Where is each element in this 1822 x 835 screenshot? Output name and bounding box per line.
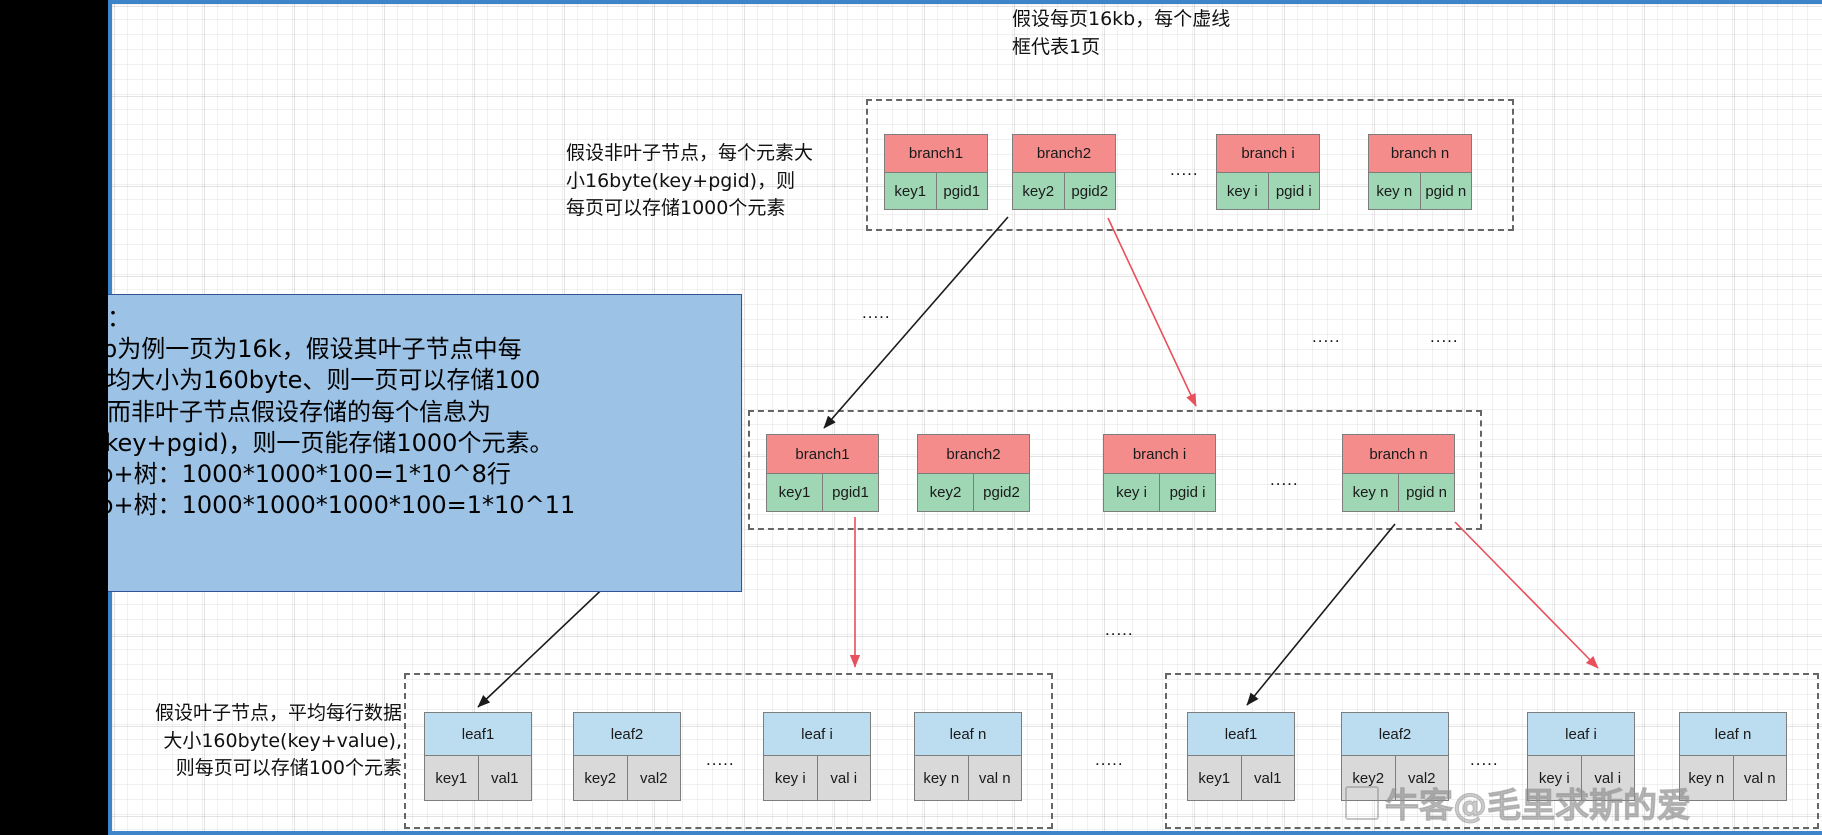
watermark-text: 牛客@毛里求斯的爱 — [1385, 786, 1692, 827]
node-cell: key2 — [1012, 173, 1065, 210]
note-branch-capacity: 假设非叶子节点，每个元素大 小16byte(key+pgid)，则 每页可以存储… — [566, 142, 814, 220]
left-black-gutter — [0, 0, 108, 835]
node-middle-1[interactable]: branch2 key2 pgid2 — [917, 434, 1030, 512]
node-cell: val1 — [1241, 756, 1295, 801]
ellipsis-leaf-right: ..... — [1470, 750, 1499, 769]
node-title: branch2 — [1012, 134, 1116, 173]
node-title: branch2 — [917, 434, 1030, 474]
node-cells: key n val n — [1679, 756, 1787, 801]
node-cell: pgid i — [1160, 474, 1216, 512]
callout-rough-calculation: 粗略计算： 以innodb为例一页为16k，假设其叶子节点中每 行数据平均大小为… — [0, 294, 742, 592]
node-root-3[interactable]: branch n key n pgid n — [1368, 134, 1472, 210]
node-cells: key n val n — [914, 756, 1022, 801]
node-middle-3[interactable]: branch n key n pgid n — [1342, 434, 1455, 512]
node-cell: key i — [763, 756, 818, 801]
node-title: leaf i — [1527, 712, 1635, 756]
ellipsis-middle: ..... — [1270, 470, 1299, 489]
node-leaf-left-3[interactable]: leaf n key n val n — [914, 712, 1022, 801]
node-cell: val2 — [627, 756, 681, 801]
node-cells: key1 val1 — [424, 756, 532, 801]
note-page-size: 假设每页16kb，每个虚线 框代表1页 — [1012, 8, 1231, 58]
node-title: leaf1 — [1187, 712, 1295, 756]
node-cell: pgid n — [1399, 474, 1455, 512]
node-cell: val n — [1733, 756, 1787, 801]
node-title: branch1 — [884, 134, 988, 173]
node-cell: key n — [914, 756, 969, 801]
node-cell: val i — [817, 756, 871, 801]
node-title: leaf2 — [573, 712, 681, 756]
ellipsis-root: ..... — [1170, 160, 1199, 179]
node-title: branch i — [1103, 434, 1216, 474]
node-title: branch i — [1216, 134, 1320, 173]
node-leaf-right-0[interactable]: leaf1 key1 val1 — [1187, 712, 1295, 801]
node-title: leaf n — [1679, 712, 1787, 756]
node-cell: key n — [1368, 173, 1421, 210]
diagram-canvas: branch1 key1 pgid1 branch2 key2 pgid2 ..… — [0, 0, 1822, 835]
node-cells: key1 pgid1 — [766, 474, 879, 512]
node-cell: key2 — [573, 756, 628, 801]
node-middle-0[interactable]: branch1 key1 pgid1 — [766, 434, 879, 512]
node-cells: key i pgid i — [1103, 474, 1216, 512]
node-cells: key1 val1 — [1187, 756, 1295, 801]
node-title: branch n — [1368, 134, 1472, 173]
ellipsis-gap-right: ..... — [1430, 327, 1459, 346]
ellipsis-gap-left: ..... — [862, 303, 891, 322]
node-cells: key2 val2 — [573, 756, 681, 801]
watermark: 牛客@毛里求斯的爱 — [1345, 778, 1692, 827]
node-title: leaf2 — [1341, 712, 1449, 756]
node-middle-2[interactable]: branch i key i pgid i — [1103, 434, 1216, 512]
note-leaf-capacity: 假设叶子节点，平均每行数据 大小160byte(key+value), 则每页可… — [154, 702, 402, 780]
node-cell: key1 — [424, 756, 479, 801]
node-root-1[interactable]: branch2 key2 pgid2 — [1012, 134, 1116, 210]
node-cell: key2 — [917, 474, 974, 512]
node-cell: pgid1 — [936, 173, 988, 210]
node-cell: val n — [968, 756, 1022, 801]
node-leaf-left-0[interactable]: leaf1 key1 val1 — [424, 712, 532, 801]
ellipsis-between-leaf-groups: ..... — [1095, 750, 1124, 769]
node-title: leaf n — [914, 712, 1022, 756]
node-cells: key n pgid n — [1342, 474, 1455, 512]
node-cells: key2 pgid2 — [917, 474, 1030, 512]
node-title: branch1 — [766, 434, 879, 474]
node-cell: key1 — [1187, 756, 1242, 801]
node-cell: pgid n — [1420, 173, 1472, 210]
node-title: leaf1 — [424, 712, 532, 756]
node-cells: key2 pgid2 — [1012, 173, 1116, 210]
node-leaf-left-1[interactable]: leaf2 key2 val2 — [573, 712, 681, 801]
node-cell: key1 — [884, 173, 937, 210]
node-cells: key1 pgid1 — [884, 173, 988, 210]
node-cell: pgid2 — [974, 474, 1030, 512]
node-cell: pgid i — [1268, 173, 1320, 210]
node-root-2[interactable]: branch i key i pgid i — [1216, 134, 1320, 210]
ellipsis-gap-mid: ..... — [1312, 327, 1341, 346]
node-leaf-right-3[interactable]: leaf n key n val n — [1679, 712, 1787, 801]
node-root-0[interactable]: branch1 key1 pgid1 — [884, 134, 988, 210]
node-title: leaf i — [763, 712, 871, 756]
node-leaf-left-2[interactable]: leaf i key i val i — [763, 712, 871, 801]
node-cell: val1 — [478, 756, 532, 801]
ellipsis-leaf-left: ..... — [706, 750, 735, 769]
node-cell: key i — [1216, 173, 1269, 210]
node-cell: key n — [1342, 474, 1399, 512]
node-title: branch n — [1342, 434, 1455, 474]
node-cells: key n pgid n — [1368, 173, 1472, 210]
ellipsis-lower: ..... — [1105, 620, 1134, 639]
node-cell: pgid2 — [1064, 173, 1116, 210]
node-cell: pgid1 — [823, 474, 879, 512]
node-cells: key i val i — [763, 756, 871, 801]
notepad-icon — [1345, 785, 1379, 820]
node-cells: key i pgid i — [1216, 173, 1320, 210]
node-cell: key i — [1103, 474, 1160, 512]
node-cell: key1 — [766, 474, 823, 512]
